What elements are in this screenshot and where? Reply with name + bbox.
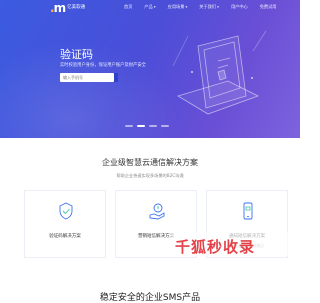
brand-name: 亿美软通 [67,5,86,10]
nav-item-3[interactable]: 关于我们 [199,4,219,10]
watermark: 千狐秒收录 [175,238,256,256]
phone-message-icon [243,202,253,220]
nav-item-1[interactable]: 产品 [144,4,155,10]
nav-item-0[interactable]: 首页 [124,4,132,10]
card-name: 验证码解决方案 [49,234,81,239]
nav-item-5[interactable]: 免费试用 [260,4,277,10]
coin-hand-icon: ¥ [149,203,165,220]
slider-dot[interactable] [137,125,145,127]
solutions-subtitle: 帮助企业快速实现多场景的B2C沟通 [116,173,184,178]
hero-title: 验证码 [60,48,93,61]
slider-dot[interactable] [149,125,157,127]
card-verification[interactable]: 验证码解决方案 [24,190,106,258]
top-nav: .m 亿美软通 首页 产品 应用场景 关于我们 用户中心 免费试用 [0,0,300,16]
logo-mark: .m [50,1,66,15]
svg-text:¥: ¥ [157,206,160,211]
solutions-title: 企业级智慧云通信解决方案 [102,158,198,167]
slider-dots [125,125,173,127]
nav-item-2[interactable]: 应用场景 [168,4,188,10]
phone-illustration [172,30,267,115]
slider-dot[interactable] [125,125,133,127]
nav-menu: 首页 产品 应用场景 关于我们 用户中心 免费试用 [124,4,288,10]
submit-button[interactable] [114,73,118,82]
phone-input[interactable] [60,73,114,82]
shield-icon [59,202,73,220]
hero-banner: .m 亿美软通 首页 产品 应用场景 关于我们 用户中心 免费试用 验证码 实时校验用户身… [0,0,300,138]
brand-logo[interactable]: .m 亿美软通 [50,1,86,15]
section-title: 稳定安全的企业SMS产品 [99,293,201,303]
hero-subtitle: 实时校验用户身份，保证用户账户及财产安全 [60,63,146,68]
nav-item-4[interactable]: 用户中心 [231,4,248,10]
slider-dot[interactable] [161,125,169,127]
